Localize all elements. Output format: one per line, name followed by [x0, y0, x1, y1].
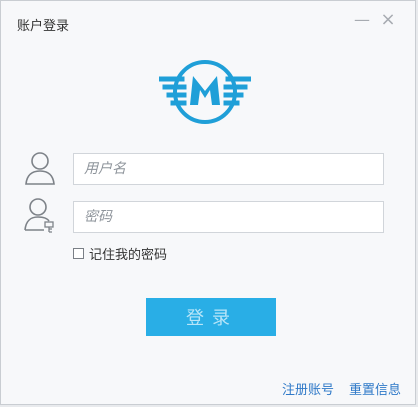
login-window: 账户登录 — × 记住我的密码 登录 注册账号 重置信息 [0, 0, 416, 405]
login-button[interactable]: 登录 [146, 298, 276, 336]
remember-password-checkbox[interactable] [73, 248, 84, 259]
titlebar: 账户登录 — × [1, 1, 415, 41]
remember-password-option[interactable]: 记住我的密码 [73, 244, 167, 263]
minimize-button[interactable]: — [351, 9, 373, 31]
close-button[interactable]: × [377, 9, 399, 31]
username-input[interactable] [73, 153, 384, 185]
register-link[interactable]: 注册账号 [282, 379, 334, 398]
user-icon [25, 152, 55, 185]
password-input[interactable] [73, 201, 384, 233]
reset-info-link[interactable]: 重置信息 [349, 379, 401, 398]
remember-password-label: 记住我的密码 [89, 248, 168, 263]
user-key-icon [24, 198, 54, 233]
window-title: 账户登录 [17, 19, 70, 34]
metro-logo-icon [159, 60, 251, 124]
